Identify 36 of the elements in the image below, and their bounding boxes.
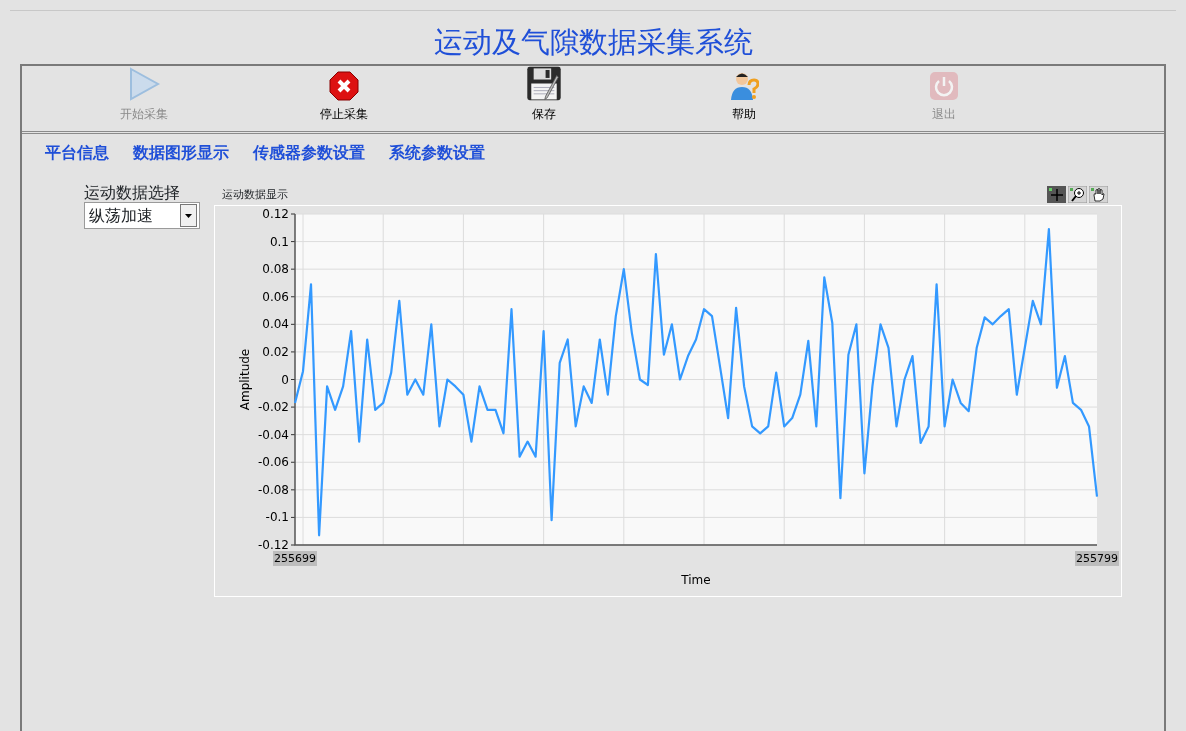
y-tick-label: -0.02 <box>257 400 289 415</box>
x-tick-label: 255799 <box>1075 551 1119 567</box>
y-tick-label: -0.1 <box>265 510 289 525</box>
tab[interactable]: 传感器参数设置 <box>253 141 365 166</box>
graph-title: 运动数据显示 <box>222 186 288 203</box>
y-tick-label: -0.08 <box>257 482 289 497</box>
zoom-icon[interactable] <box>1068 186 1087 204</box>
toolbar-button[interactable]: 保存 <box>444 65 644 131</box>
toolbar-button[interactable]: 停止采集 <box>244 65 444 131</box>
crosshair-icon[interactable] <box>1047 186 1066 204</box>
y-tick-label: 0.08 <box>262 262 289 277</box>
toolbar-button[interactable]: 帮助 <box>644 65 844 131</box>
y-tick-label: 0.02 <box>262 344 289 359</box>
tab[interactable]: 平台信息 <box>45 141 109 166</box>
user-help-icon <box>729 70 759 101</box>
y-tick-label: -0.12 <box>257 538 289 553</box>
tab[interactable]: 数据图形显示 <box>133 141 229 166</box>
y-tick-label: 0 <box>281 372 289 387</box>
power-icon <box>929 70 959 101</box>
caret-icon[interactable] <box>180 204 197 228</box>
y-tick-label: -0.06 <box>257 455 289 470</box>
x-axis-label: Time <box>681 573 711 588</box>
tab[interactable]: 系统参数设置 <box>389 141 485 166</box>
y-tick-label: 0.06 <box>262 289 289 304</box>
y-tick-label: -0.04 <box>257 427 289 442</box>
y-axis-label: Amplitude <box>238 348 252 411</box>
hand-icon[interactable] <box>1089 186 1108 204</box>
dropdown-field[interactable]: 纵荡加速 <box>84 202 200 230</box>
y-tick-label: 0.1 <box>269 234 289 249</box>
play-icon <box>127 66 161 101</box>
y-tick-label: 0.12 <box>262 207 289 222</box>
stop-icon <box>329 70 359 101</box>
x-tick-label: 255699 <box>273 551 317 567</box>
y-tick-label: 0.04 <box>262 317 289 332</box>
app-title: 运动及气隙数据采集系统 <box>432 25 754 60</box>
selector-label: 运动数据选择 <box>84 183 181 203</box>
